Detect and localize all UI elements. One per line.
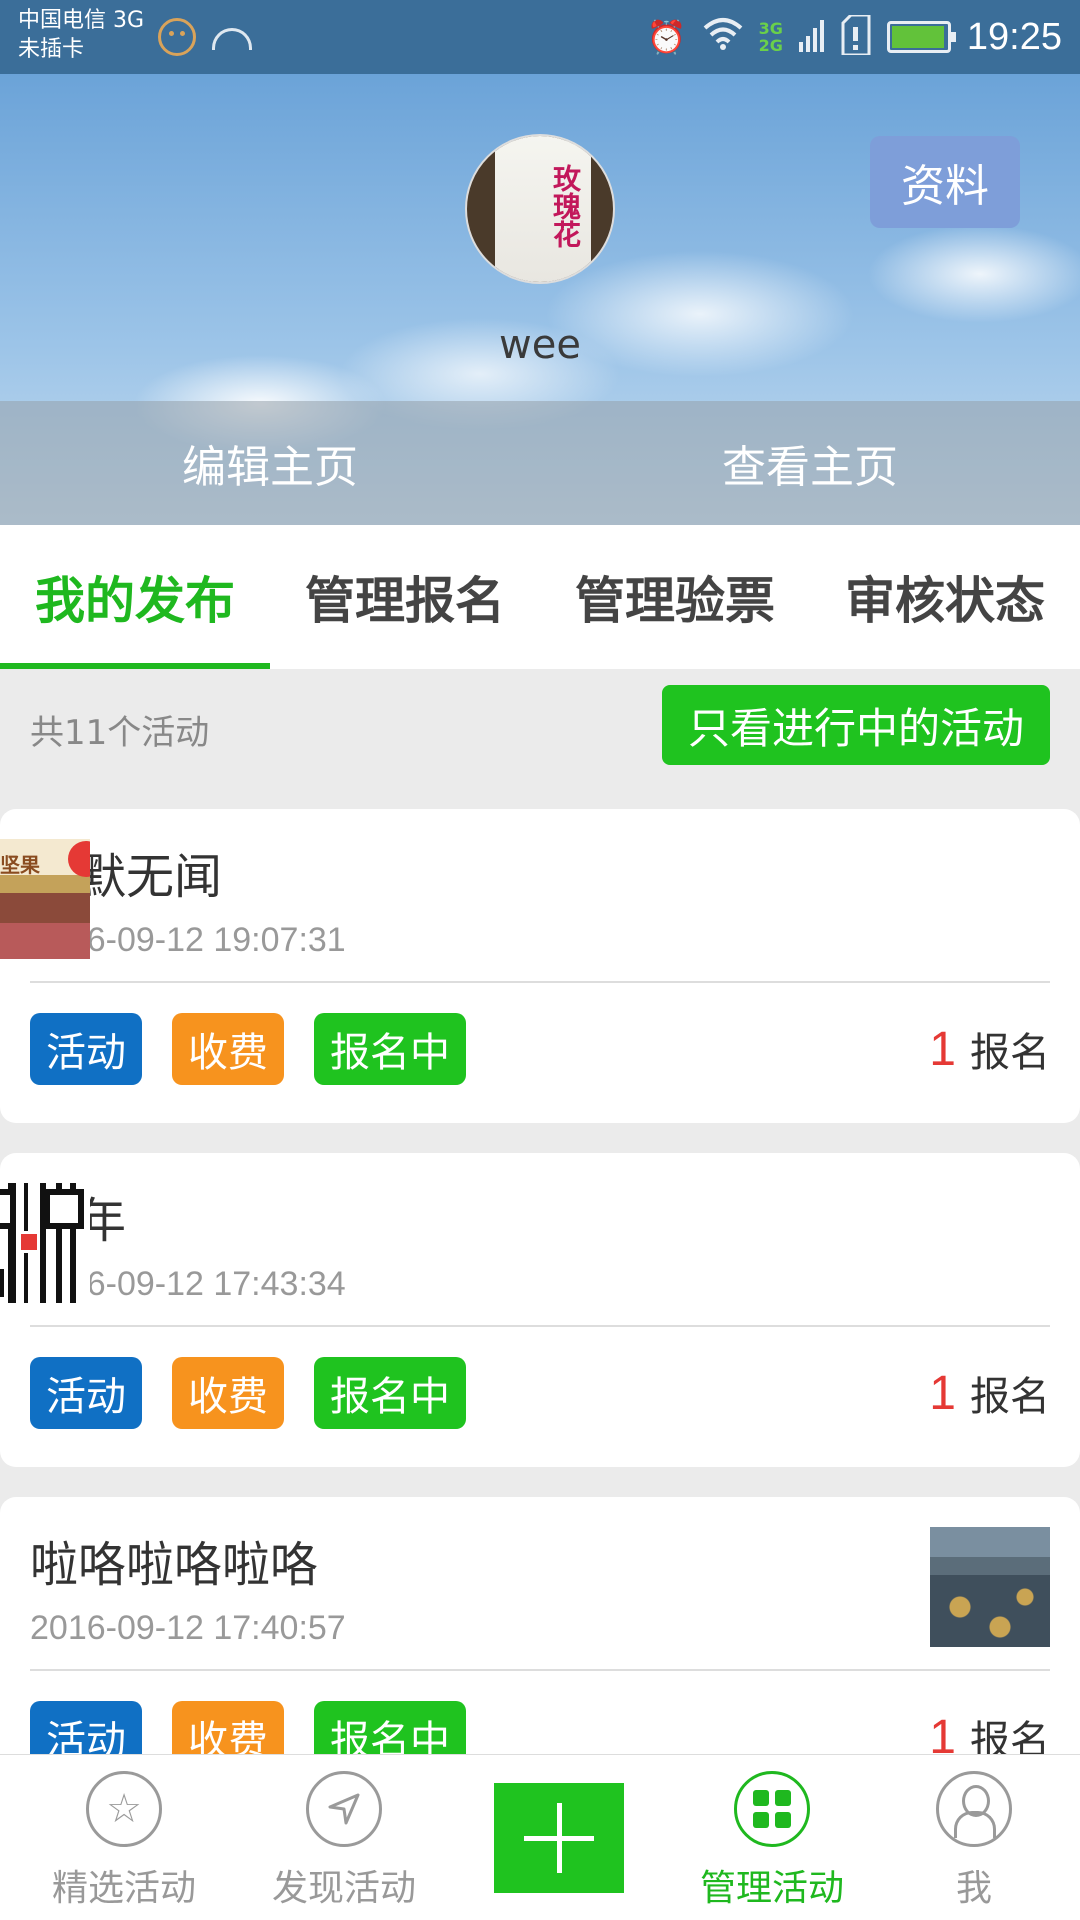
android-icon	[212, 28, 252, 50]
signal-icon	[798, 18, 825, 56]
activity-thumbnail[interactable]	[0, 839, 90, 959]
grid-icon	[734, 1771, 810, 1847]
activity-date: 2016-09-12 17:40:57	[30, 1609, 346, 1647]
wifi-icon	[703, 16, 743, 58]
avatar-image: 玫瑰花	[495, 136, 591, 282]
nav-featured[interactable]: ☆ 精选活动	[24, 1755, 224, 1920]
qr-code-thumbnail[interactable]	[0, 1183, 90, 1303]
network-3g: 3G	[758, 19, 783, 38]
tag-list: 活动 收费 报名中	[30, 1013, 466, 1085]
filter-bar: 共11个活动 只看进行中的活动	[0, 669, 1080, 809]
star-icon: ☆	[86, 1771, 162, 1847]
activity-count: 共11个活动	[30, 713, 210, 753]
tag-paid: 收费	[172, 1013, 284, 1085]
signup-count[interactable]: 1 报名	[929, 1357, 1050, 1429]
activity-card[interactable]: 默默无闻 2016-09-12 19:07:31 活动 收费 报名中 1 报名	[0, 809, 1080, 1123]
username: wee	[499, 322, 581, 368]
nav-label: 发现活动	[271, 1868, 416, 1909]
sim-card-icon	[841, 13, 871, 59]
header-actions: 编辑主页 查看主页	[0, 401, 1080, 525]
carrier-line-1: 中国电信 3G	[18, 8, 145, 33]
profile-info-button[interactable]: 资料	[870, 136, 1020, 228]
status-bar: 中国电信 3G 未插卡 ⏰ 3G 2G 19:25	[0, 0, 1080, 74]
nav-manage[interactable]: 管理活动	[672, 1755, 872, 1920]
tab-review-status[interactable]: 审核状态	[810, 525, 1080, 669]
tag-registering: 报名中	[314, 1013, 466, 1085]
edit-home-button[interactable]: 编辑主页	[0, 401, 540, 525]
tag-list: 活动 收费 报名中	[30, 1357, 466, 1429]
divider	[30, 1669, 1050, 1671]
tab-manage-tickets[interactable]: 管理验票	[540, 525, 810, 669]
only-active-button[interactable]: 只看进行中的活动	[661, 685, 1050, 765]
network-badge: 3G 2G	[759, 20, 783, 54]
tab-bar: 我的发布 管理报名 管理验票 审核状态	[0, 525, 1080, 669]
tab-manage-signups[interactable]: 管理报名	[270, 525, 540, 669]
nav-label: 精选活动	[51, 1868, 196, 1909]
signup-label: 报名	[970, 1374, 1050, 1420]
view-home-button[interactable]: 查看主页	[540, 401, 1080, 525]
nav-me[interactable]: 我	[874, 1755, 1074, 1920]
tab-my-posts[interactable]: 我的发布	[0, 525, 270, 669]
status-icons: ⏰ 3G 2G 19:25	[647, 10, 1062, 64]
create-activity-button[interactable]	[494, 1783, 624, 1893]
tag-activity: 活动	[30, 1013, 142, 1085]
face-notification-icon	[158, 18, 196, 56]
divider	[30, 981, 1050, 983]
person-icon	[936, 1771, 1012, 1847]
profile-header: 玫瑰花 wee 资料 编辑主页 查看主页	[0, 74, 1080, 525]
tag-registering: 报名中	[314, 1357, 466, 1429]
avatar-text: 玫瑰花	[549, 164, 582, 248]
battery-icon	[886, 21, 956, 53]
network-2g: 2G	[758, 36, 783, 55]
clock: 19:25	[966, 15, 1062, 58]
signup-number: 1	[929, 1022, 956, 1076]
carrier-line-2: 未插卡	[18, 37, 85, 62]
activity-thumbnail[interactable]	[930, 1527, 1050, 1647]
nav-discover[interactable]: 发现活动	[244, 1755, 444, 1920]
signup-number: 1	[929, 1366, 956, 1420]
nav-label: 我	[955, 1868, 992, 1909]
tag-activity: 活动	[30, 1357, 142, 1429]
carrier-info: 中国电信 3G 未插卡	[18, 6, 144, 64]
navigation-arrow-icon	[306, 1771, 382, 1847]
signup-label: 报名	[970, 1030, 1050, 1076]
avatar[interactable]: 玫瑰花	[465, 134, 615, 284]
activity-card[interactable]: 今年 2016-09-12 17:43:34 活动 收费 报名中 1 报名	[0, 1153, 1080, 1467]
alarm-icon: ⏰	[646, 18, 687, 56]
divider	[30, 1325, 1050, 1327]
activity-title: 啦咯啦咯啦咯	[30, 1537, 319, 1593]
bottom-navigation: ☆ 精选活动 发现活动 管理活动 我	[0, 1754, 1080, 1920]
tag-paid: 收费	[172, 1357, 284, 1429]
signup-count[interactable]: 1 报名	[929, 1013, 1050, 1085]
nav-label: 管理活动	[699, 1868, 844, 1909]
